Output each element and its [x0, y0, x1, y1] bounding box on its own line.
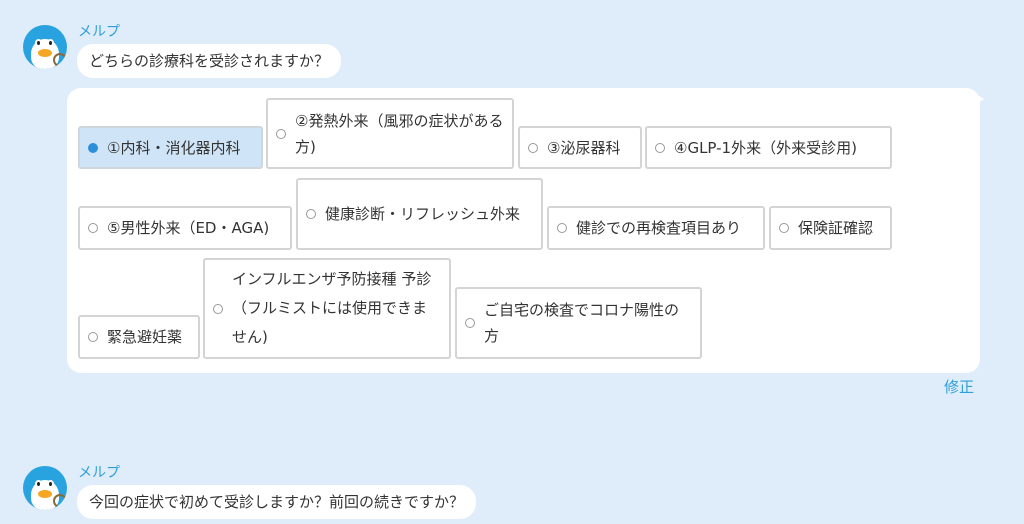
radio-icon[interactable] — [276, 128, 286, 139]
option-health-check[interactable]: 健康診断・リフレッシュ外来 — [296, 178, 543, 250]
option-label: ⑤男性外来（ED・AGA) — [107, 219, 270, 237]
bot-name: メルプ — [78, 24, 120, 40]
radio-icon[interactable] — [88, 332, 98, 342]
bot-avatar — [23, 466, 67, 510]
option-label: 緊急避妊薬 — [107, 328, 183, 346]
option-fever-clinic[interactable]: ②発熱外来（風邪の症状がある方) — [266, 98, 514, 169]
option-label: ③泌尿器科 — [547, 138, 621, 157]
option-male-clinic[interactable]: ⑤男性外来（ED・AGA) — [78, 206, 292, 250]
radio-icon[interactable] — [213, 303, 223, 314]
radio-icon[interactable] — [88, 142, 98, 153]
option-emergency-contraception[interactable]: 緊急避妊薬 — [78, 315, 200, 359]
option-label: インフルエンザ予防接種 予診（フルミストには使用できません) — [232, 270, 432, 346]
option-urology[interactable]: ③泌尿器科 — [518, 126, 642, 169]
option-label: 保険証確認 — [798, 219, 874, 237]
radio-icon[interactable] — [465, 318, 475, 328]
radio-icon[interactable] — [88, 223, 98, 233]
radio-icon[interactable] — [655, 142, 665, 153]
option-label: ご自宅の検査でコロナ陽性の方 — [484, 301, 680, 345]
radio-icon[interactable] — [779, 223, 789, 233]
radio-icon[interactable] — [557, 223, 567, 233]
option-influenza-vaccine[interactable]: インフルエンザ予防接種 予診（フルミストには使用できません) — [203, 258, 451, 359]
option-glp1[interactable]: ④GLP-1外来（外来受診用) — [645, 126, 892, 169]
option-recheck[interactable]: 健診での再検査項目あり — [547, 206, 765, 250]
bot-message: どちらの診療科を受診されますか？ — [77, 44, 342, 78]
option-label: 健康診断・リフレッシュ外来 — [325, 205, 521, 223]
option-label: ①内科・消化器内科 — [107, 138, 241, 157]
radio-icon[interactable] — [306, 209, 316, 219]
option-label: 健診での再検査項目あり — [576, 219, 742, 237]
option-internal-medicine[interactable]: ①内科・消化器内科 — [78, 126, 263, 169]
bot-avatar — [23, 25, 67, 69]
bot-message: 今回の症状で初めて受診しますか？前回の続きですか？ — [77, 485, 477, 519]
edit-link[interactable]: 修正 — [944, 376, 974, 397]
option-label: ④GLP-1外来（外来受診用) — [674, 138, 857, 157]
radio-icon[interactable] — [528, 142, 538, 153]
option-label: ②発熱外来（風邪の症状がある方) — [295, 111, 504, 156]
option-covid-positive[interactable]: ご自宅の検査でコロナ陽性の方 — [455, 287, 702, 359]
option-insurance-card[interactable]: 保険証確認 — [769, 206, 892, 250]
bot-name: メルプ — [78, 465, 120, 481]
panel-tail — [976, 94, 984, 104]
